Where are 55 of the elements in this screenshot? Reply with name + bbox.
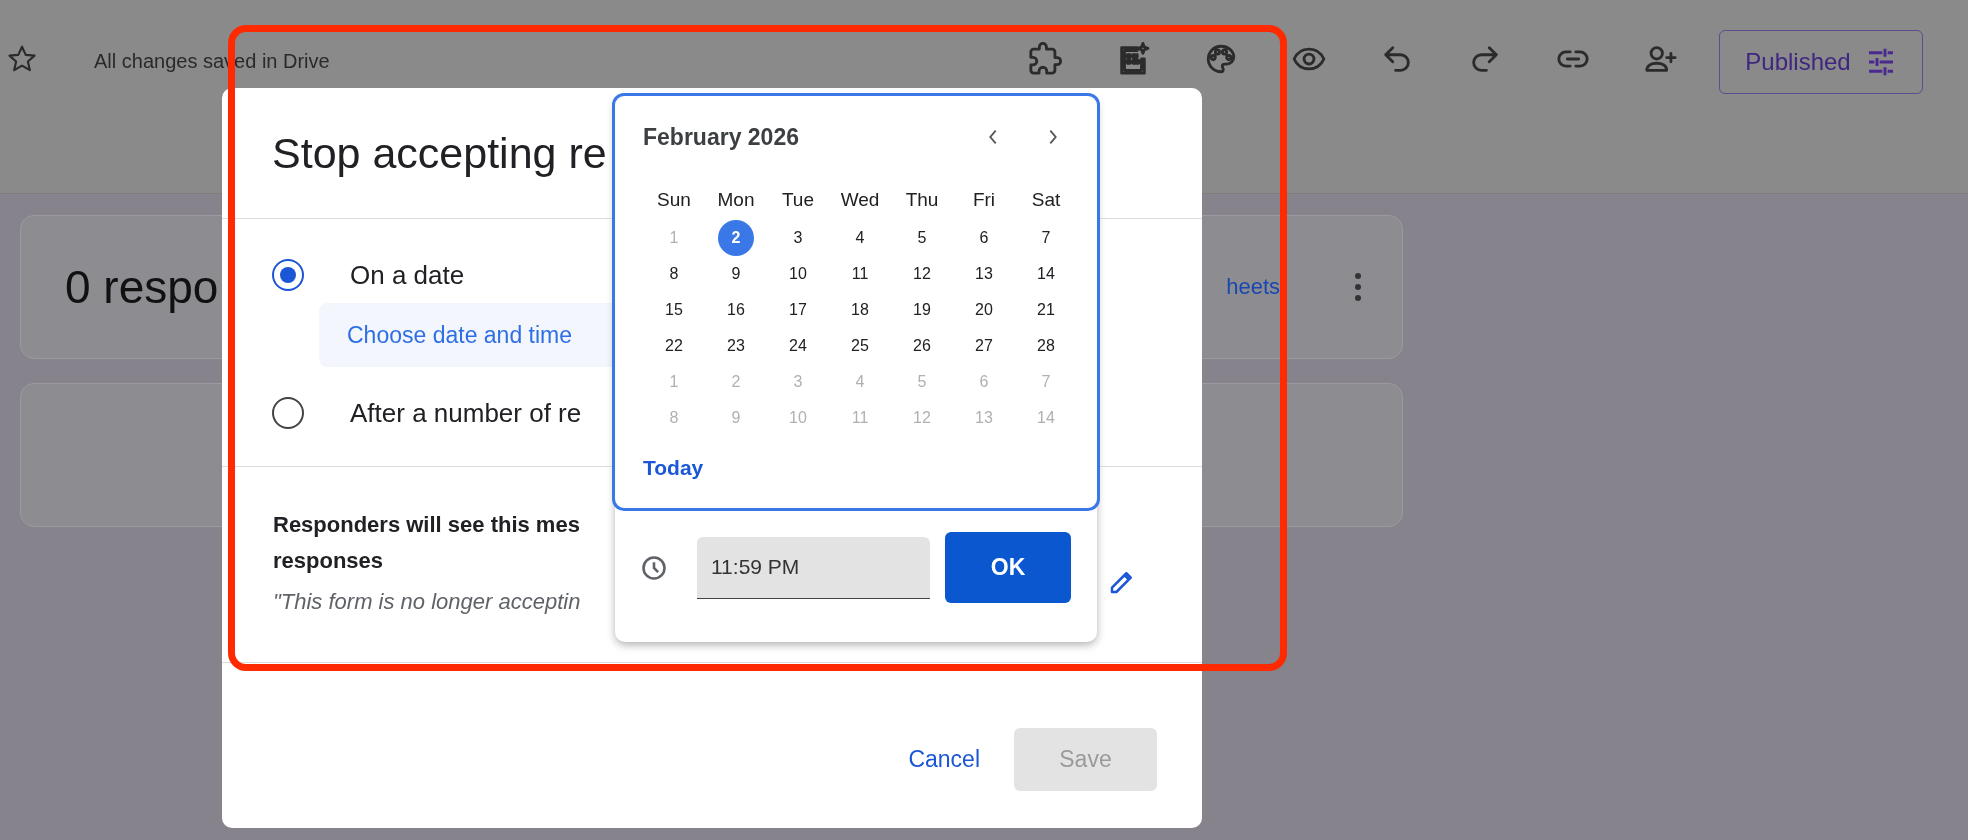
message-heading: responses: [273, 547, 384, 575]
puzzle-icon[interactable]: [1028, 42, 1062, 76]
calendar-day[interactable]: 13: [966, 256, 1002, 292]
weekday-label: Fri: [971, 188, 997, 212]
next-month-icon[interactable]: [1047, 128, 1059, 146]
calendar-day[interactable]: 9: [718, 256, 754, 292]
calendar-day[interactable]: 2: [718, 220, 754, 256]
calendar-day[interactable]: 21: [1028, 292, 1064, 328]
more-icon[interactable]: [1354, 272, 1362, 302]
palette-icon[interactable]: [1204, 42, 1238, 76]
calendar-day[interactable]: 11: [842, 256, 878, 292]
responses-count: 0 respo: [65, 260, 219, 314]
cancel-button[interactable]: Cancel: [908, 738, 980, 781]
message-heading: Responders will see this mes: [273, 511, 580, 539]
calendar-day[interactable]: 12: [904, 256, 940, 292]
calendar-day[interactable]: 10: [780, 256, 816, 292]
clock-icon: [640, 553, 668, 582]
calendar-day[interactable]: 8: [656, 256, 692, 292]
calendar-day[interactable]: 3: [780, 220, 816, 256]
closed-message: "This form is no longer acceptin: [273, 589, 582, 615]
calendar-day[interactable]: 14: [1028, 256, 1064, 292]
radio-button[interactable]: [272, 259, 304, 291]
calendar-day[interactable]: 22: [656, 328, 692, 364]
calendar-day[interactable]: 19: [904, 292, 940, 328]
weekday-label: Tue: [780, 188, 815, 212]
calendar-day[interactable]: 15: [656, 292, 692, 328]
calendar-day[interactable]: 28: [1028, 328, 1064, 364]
radio-button[interactable]: [272, 397, 304, 429]
calendar-day[interactable]: 17: [780, 292, 816, 328]
dialog-title: Stop accepting re: [272, 128, 607, 178]
weekday-label: Sun: [656, 188, 692, 212]
today-button[interactable]: Today: [643, 456, 704, 480]
calendar-day[interactable]: 24: [780, 328, 816, 364]
weekday-label: Wed: [839, 188, 881, 212]
calendar-day[interactable]: 20: [966, 292, 1002, 328]
time-field[interactable]: 11:59 PM: [697, 536, 930, 599]
option-label: After a number of re: [350, 397, 582, 429]
calendar-day[interactable]: 4: [842, 220, 878, 256]
weekday-label: Mon: [716, 188, 756, 212]
choose-date-link[interactable]: Choose date and time: [347, 321, 573, 349]
calendar-day[interactable]: 6: [966, 220, 1002, 256]
option-label: On a date: [350, 259, 465, 291]
month-title: February 2026: [643, 123, 799, 151]
calendar-day[interactable]: 16: [718, 292, 754, 328]
calendar-day[interactable]: 23: [718, 328, 754, 364]
calendar-day[interactable]: 27: [966, 328, 1002, 364]
calendar-day[interactable]: 7: [1028, 220, 1064, 256]
previous-month-icon[interactable]: [987, 128, 999, 146]
calendar-day[interactable]: 18: [842, 292, 878, 328]
ok-button[interactable]: OK: [945, 532, 1071, 603]
calendar-day[interactable]: 26: [904, 328, 940, 364]
calendar-day[interactable]: 5: [904, 220, 940, 256]
weekday-label: Thu: [904, 188, 940, 212]
calendar-day[interactable]: 25: [842, 328, 878, 364]
weekday-label: Sat: [1030, 188, 1062, 212]
